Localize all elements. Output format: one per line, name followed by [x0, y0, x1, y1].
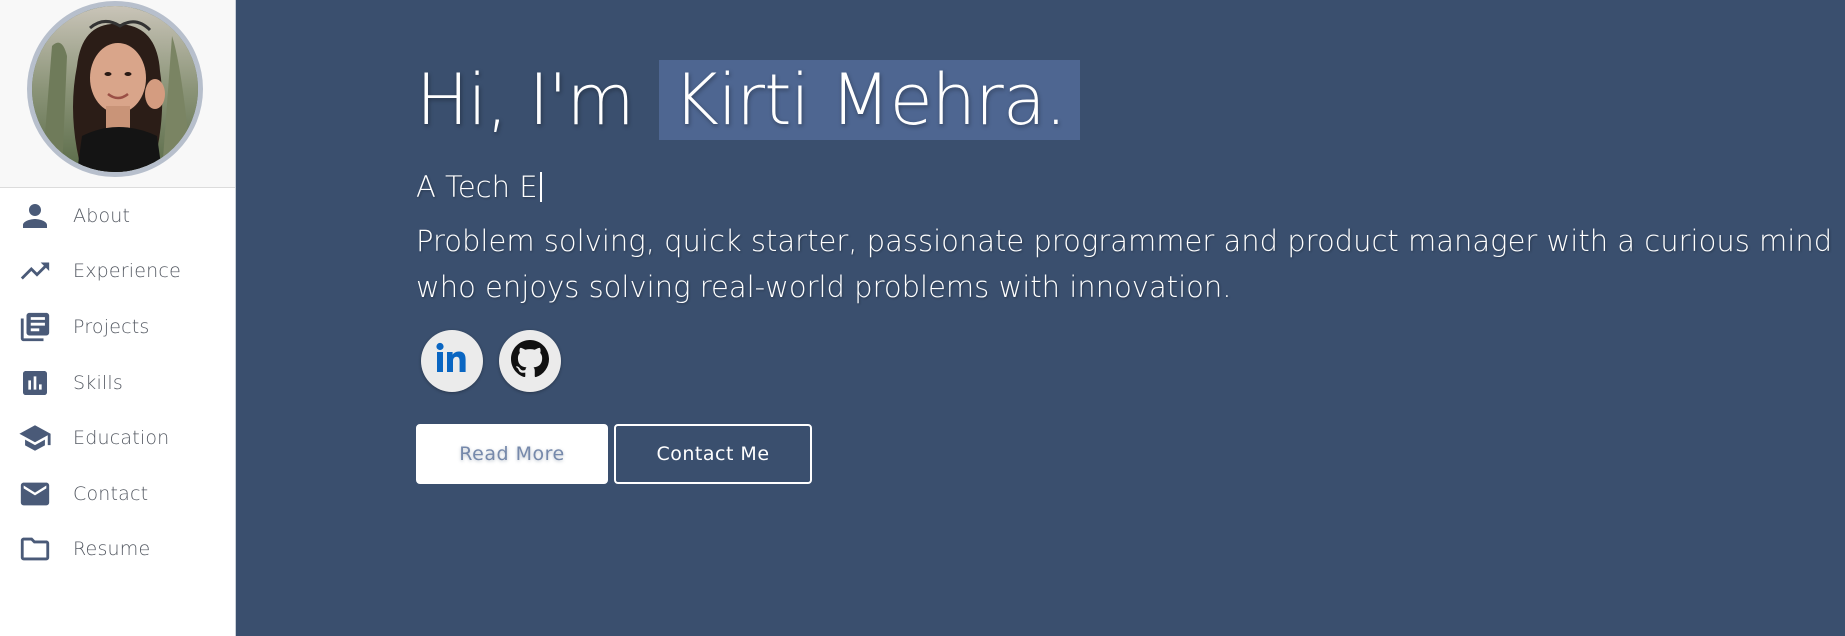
github-button[interactable] [499, 330, 561, 392]
sidebar-item-education[interactable]: Education [0, 410, 235, 466]
typed-subtitle: A Tech E [416, 170, 1836, 204]
bio-text: Problem solving, quick starter, passiona… [416, 224, 1833, 304]
hero-content: Hi, I'm Kirti Mehra. A Tech E Problem so… [416, 60, 1836, 484]
contact-me-button[interactable]: Contact Me [614, 424, 812, 484]
sidebar-item-label: About [73, 204, 131, 227]
person-icon [18, 199, 52, 233]
sidebar-item-label: Projects [73, 315, 150, 338]
sidebar-item-label: Contact [73, 482, 149, 505]
greeting-text: Hi, I'm [416, 59, 635, 141]
sidebar-item-skills[interactable]: Skills [0, 355, 235, 411]
mail-icon [18, 477, 52, 511]
sidebar-nav: About Experience Projects Skills Educati… [0, 188, 235, 577]
linkedin-icon [432, 339, 472, 384]
sidebar-item-label: Experience [73, 260, 181, 283]
avatar [27, 1, 203, 177]
typing-cursor [539, 172, 542, 202]
name-highlight: Kirti Mehra. [658, 60, 1080, 140]
profile-area [0, 0, 235, 188]
sidebar-item-contact[interactable]: Contact [0, 466, 235, 522]
sidebar-item-label: Skills [73, 371, 123, 394]
library-books-icon [18, 310, 52, 344]
trending-up-icon [18, 254, 52, 288]
hero-section: Hi, I'm Kirti Mehra. A Tech E Problem so… [236, 0, 1845, 636]
sidebar-item-resume[interactable]: Resume [0, 522, 235, 578]
social-links [416, 330, 1836, 392]
sidebar-item-label: Education [73, 427, 170, 450]
github-icon [511, 339, 549, 383]
sidebar: About Experience Projects Skills Educati… [0, 0, 236, 636]
sidebar-item-label: Resume [73, 538, 151, 561]
folder-icon [18, 532, 52, 566]
avatar-photo [32, 6, 198, 172]
graduation-cap-icon [18, 421, 52, 455]
typed-subtitle-text: A Tech E [416, 170, 538, 204]
portfolio-page: About Experience Projects Skills Educati… [0, 0, 1845, 636]
sidebar-item-experience[interactable]: Experience [0, 244, 235, 300]
bar-chart-icon [18, 366, 52, 400]
cta-buttons: Read More Contact Me [416, 424, 1836, 484]
linkedin-button[interactable] [421, 330, 483, 392]
read-more-button[interactable]: Read More [416, 424, 608, 484]
sidebar-item-projects[interactable]: Projects [0, 299, 235, 355]
sidebar-item-about[interactable]: About [0, 188, 235, 244]
headline: Hi, I'm Kirti Mehra. [416, 60, 1836, 140]
